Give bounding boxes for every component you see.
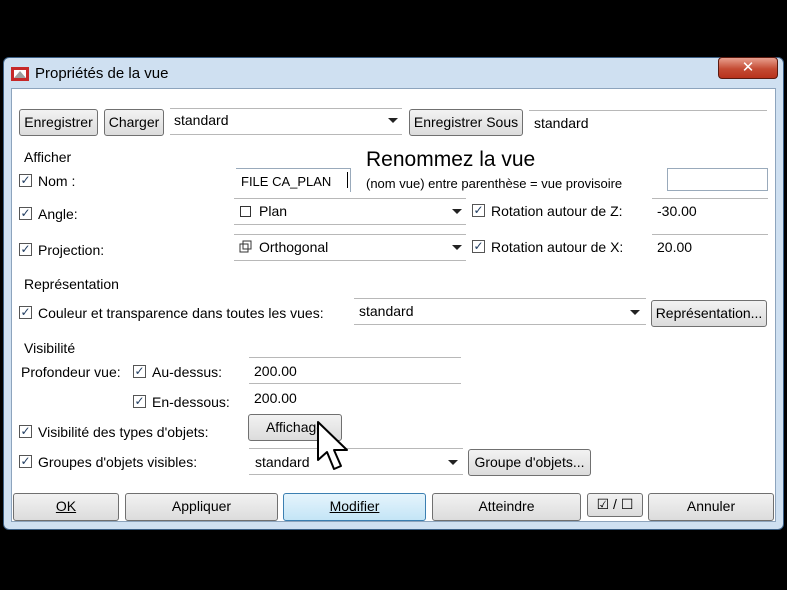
types-checkbox[interactable]: ✓ (19, 425, 32, 438)
groups-checkbox[interactable]: ✓ (19, 455, 32, 468)
angle-label: Angle: (38, 206, 78, 222)
types-label: Visibilité des types d'objets: (38, 424, 209, 440)
color-value: standard (359, 303, 414, 319)
above-checkbox[interactable]: ✓ (133, 365, 146, 378)
groups-value: standard (255, 454, 310, 470)
above-label: Au-dessus: (152, 364, 223, 380)
groups-button[interactable]: Groupe d'objets... (468, 449, 591, 476)
modify-button[interactable]: Modifier (283, 493, 426, 521)
name-checkbox[interactable]: ✓ (19, 174, 32, 187)
chevron-down-icon (448, 460, 458, 465)
color-label: Couleur et transparence dans toutes les … (38, 305, 324, 321)
name-value: FILE CA_PLAN (241, 174, 332, 189)
plan-icon (240, 206, 251, 217)
depth-label: Profondeur vue: (21, 364, 121, 380)
afficher-header: Afficher (24, 149, 72, 165)
rot-x-value: 20.00 (657, 239, 693, 255)
above-value: 200.00 (254, 363, 297, 379)
preset-value: standard (174, 112, 229, 128)
groups-label: Groupes d'objets visibles: (38, 454, 198, 470)
chevron-down-icon (452, 245, 462, 250)
rot-z-label: Rotation autour de Z: (491, 203, 623, 219)
ok-label: OK (55, 498, 77, 514)
chevron-down-icon (388, 118, 398, 123)
toggle-all-button[interactable]: ☑ / ☐ (587, 493, 643, 517)
ok-button[interactable]: OK (13, 493, 119, 521)
reach-button[interactable]: Atteindre (432, 493, 581, 521)
window-title: Propriétés de la vue (35, 65, 169, 82)
visibilite-header: Visibilité (24, 340, 76, 356)
angle-value: Plan (259, 203, 288, 219)
representation-header: Représentation (24, 276, 119, 292)
load-button[interactable]: Charger (104, 109, 164, 136)
projection-label: Projection: (38, 242, 105, 258)
below-value[interactable]: 200.00 (254, 390, 297, 406)
aux-field[interactable] (667, 168, 768, 191)
angle-checkbox[interactable]: ✓ (19, 207, 32, 220)
cancel-button[interactable]: Annuler (648, 493, 774, 521)
name-label: Nom : (38, 173, 76, 189)
close-button[interactable]: ✕ (718, 57, 778, 79)
app-icon (11, 67, 29, 81)
projection-value: Orthogonal (259, 239, 329, 255)
projection-checkbox[interactable]: ✓ (19, 243, 32, 256)
save-as-value: standard (534, 115, 589, 131)
below-label: En-dessous: (152, 394, 230, 410)
rot-z-checkbox[interactable]: ✓ (472, 204, 485, 217)
rot-x-checkbox[interactable]: ✓ (472, 240, 485, 253)
cube-icon (239, 240, 252, 253)
representation-button[interactable]: Représentation... (651, 300, 767, 327)
rot-x-label: Rotation autour de X: (491, 239, 624, 255)
cursor-pointer-icon (317, 421, 348, 470)
overlay-title: Renommez la vue (366, 148, 536, 171)
rot-z-value: -30.00 (657, 203, 697, 219)
chevron-down-icon (630, 310, 640, 315)
apply-button[interactable]: Appliquer (125, 493, 278, 521)
text-cursor (347, 172, 348, 188)
save-button[interactable]: Enregistrer (19, 109, 98, 136)
chevron-down-icon (452, 209, 462, 214)
overlay-subtitle: (nom vue) entre parenthèse = vue proviso… (366, 176, 623, 191)
modify-label: Modifier (329, 498, 380, 514)
save-as-button[interactable]: Enregistrer Sous (409, 109, 523, 136)
below-checkbox[interactable]: ✓ (133, 395, 146, 408)
color-checkbox[interactable]: ✓ (19, 306, 32, 319)
